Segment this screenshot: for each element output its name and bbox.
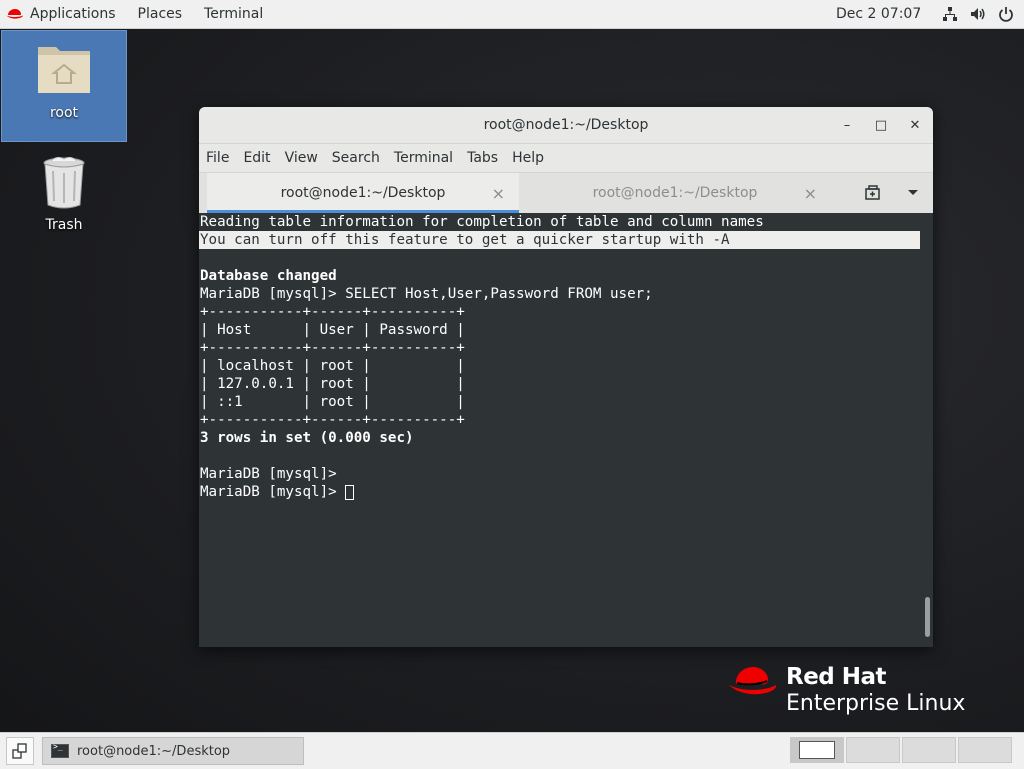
- power-icon[interactable]: [998, 6, 1014, 22]
- desktop-icon-label: Trash: [45, 217, 83, 233]
- redhat-branding: Red Hat Enterprise Linux: [728, 664, 965, 718]
- workspace-3[interactable]: [902, 737, 956, 763]
- desktop-icon-root[interactable]: root: [1, 30, 127, 142]
- workspace-window-thumbnail: [799, 741, 835, 759]
- redhat-logo-icon: [6, 9, 23, 19]
- terminal-line: Database changed: [200, 268, 337, 284]
- tab-label: root@node1:~/Desktop: [280, 185, 446, 201]
- terminal-line: | ::1 | root | |: [200, 394, 465, 410]
- terminal-line: | localhost | root | |: [200, 358, 465, 374]
- menu-search[interactable]: Search: [325, 150, 387, 166]
- terminal-cursor: [345, 484, 355, 500]
- taskbar-item-label: root@node1:~/Desktop: [77, 743, 231, 759]
- tab-1[interactable]: root@node1:~/Desktop ×: [207, 173, 519, 213]
- terminal-app-menu[interactable]: Terminal: [193, 0, 274, 28]
- home-folder-icon: [38, 47, 90, 93]
- applications-label: Applications: [30, 6, 116, 22]
- desktop-icon-trash[interactable]: Trash: [1, 155, 127, 245]
- trash-icon: [43, 156, 85, 209]
- terminal-line: | Host | User | Password |: [200, 322, 465, 338]
- applications-menu[interactable]: Applications: [0, 0, 127, 28]
- workspace-2[interactable]: [846, 737, 900, 763]
- close-button[interactable]: ✕: [905, 118, 925, 133]
- terminal-line: MariaDB [mysql]>: [200, 466, 346, 482]
- tab-menu-button[interactable]: [893, 173, 933, 213]
- new-tab-icon: [865, 185, 880, 200]
- terminal-prompt: MariaDB [mysql]>: [200, 484, 346, 500]
- menu-view[interactable]: View: [278, 150, 325, 166]
- maximize-button[interactable]: □: [871, 118, 891, 133]
- terminal-window[interactable]: root@node1:~/Desktop – □ ✕ File Edit Vie…: [199, 107, 933, 647]
- product-name: Enterprise Linux: [786, 691, 966, 716]
- menu-edit[interactable]: Edit: [236, 150, 277, 166]
- new-tab-button[interactable]: [853, 173, 893, 213]
- terminal-scrollbar[interactable]: [925, 597, 930, 637]
- terminal-line: | 127.0.0.1 | root | |: [200, 376, 465, 392]
- menu-terminal[interactable]: Terminal: [387, 150, 460, 166]
- show-desktop-button[interactable]: [6, 737, 34, 765]
- menubar: File Edit View Search Terminal Tabs Help: [199, 144, 933, 173]
- tab-close-button[interactable]: ×: [804, 184, 817, 203]
- terminal-prompt-line: MariaDB [mysql]>: [199, 483, 933, 501]
- system-tray[interactable]: [942, 0, 1014, 28]
- terminal-line: +-----------+------+----------+: [200, 304, 465, 320]
- brand-name: Red Hat: [786, 664, 887, 690]
- terminal-line: 3 rows in set (0.000 sec): [200, 430, 414, 446]
- terminal-line: +-----------+------+----------+: [200, 340, 465, 356]
- taskbar-item-terminal[interactable]: root@node1:~/Desktop: [42, 737, 304, 765]
- terminal-line: +-----------+------+----------+: [200, 412, 465, 428]
- window-titlebar[interactable]: root@node1:~/Desktop – □ ✕: [199, 107, 933, 144]
- chevron-down-icon: [908, 190, 918, 195]
- tab-2[interactable]: root@node1:~/Desktop ×: [519, 173, 831, 213]
- workspace-switcher: [790, 737, 1012, 763]
- places-menu[interactable]: Places: [127, 0, 194, 28]
- terminal-line: MariaDB [mysql]> SELECT Host,User,Passwo…: [200, 286, 653, 302]
- volume-icon[interactable]: [970, 6, 986, 22]
- menu-help[interactable]: Help: [505, 150, 551, 166]
- redhat-logo-icon: [729, 667, 777, 695]
- workspace-1[interactable]: [790, 737, 844, 763]
- terminal-line: Reading table information for completion…: [200, 214, 764, 230]
- desktop-icon-label: root: [49, 105, 79, 121]
- tab-label: root@node1:~/Desktop: [592, 185, 758, 201]
- terminal-icon: [51, 742, 69, 758]
- minimize-button[interactable]: –: [837, 118, 857, 133]
- bottom-panel: root@node1:~/Desktop: [0, 732, 1024, 769]
- window-title: root@node1:~/Desktop: [483, 117, 649, 133]
- show-desktop-icon: [12, 743, 27, 759]
- tab-bar: root@node1:~/Desktop × root@node1:~/Desk…: [199, 173, 933, 214]
- terminal-output[interactable]: Reading table information for completion…: [199, 213, 933, 647]
- menu-tabs[interactable]: Tabs: [460, 150, 505, 166]
- network-icon[interactable]: [942, 6, 958, 22]
- clock[interactable]: Dec 2 07:07: [836, 0, 921, 28]
- top-panel: Applications Places Terminal Dec 2 07:07: [0, 0, 1024, 29]
- terminal-line-selected: You can turn off this feature to get a q…: [199, 231, 920, 249]
- workspace-4[interactable]: [958, 737, 1012, 763]
- menu-file[interactable]: File: [199, 150, 236, 166]
- tab-close-button[interactable]: ×: [492, 184, 505, 203]
